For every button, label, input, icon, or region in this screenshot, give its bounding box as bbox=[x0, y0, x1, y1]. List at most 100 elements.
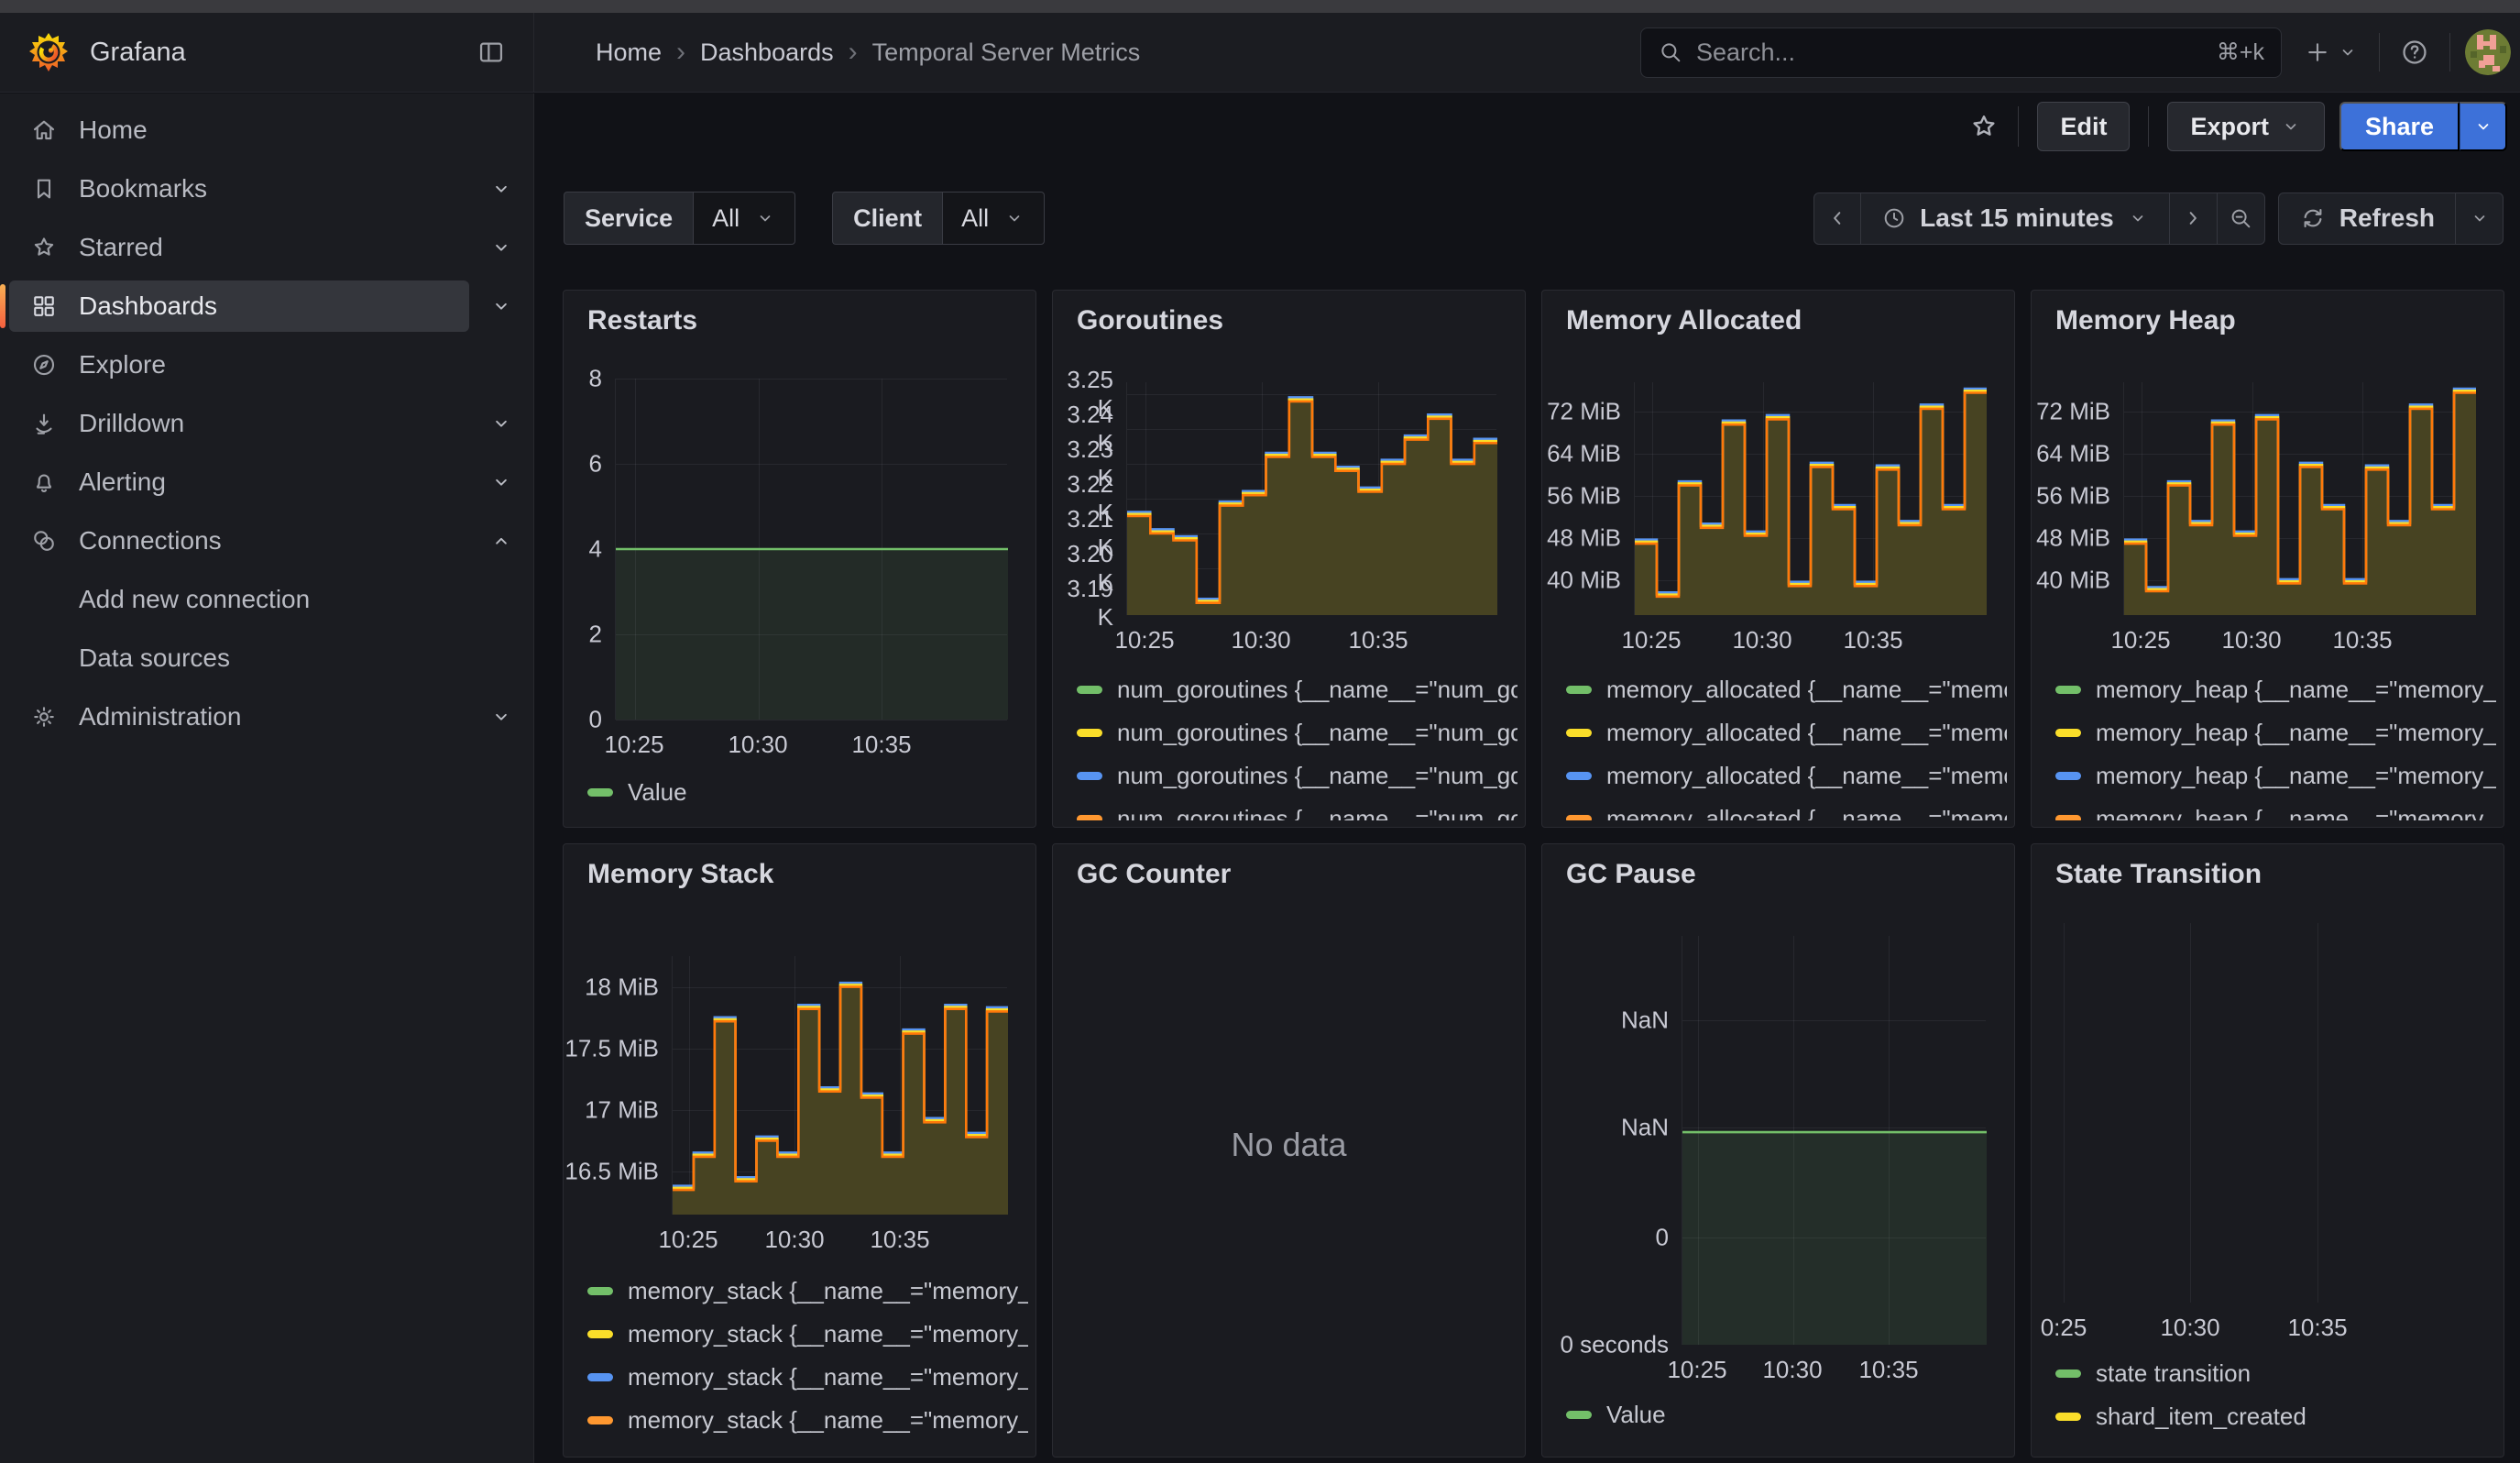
panel-title[interactable]: Memory Stack bbox=[587, 859, 773, 890]
legend-label: memory_heap {__name__="memory_h bbox=[2096, 805, 2496, 821]
avatar[interactable] bbox=[2465, 29, 2511, 75]
home-icon bbox=[9, 116, 79, 144]
refresh-icon bbox=[2299, 204, 2327, 232]
expand-toggle-expand[interactable] bbox=[469, 280, 533, 332]
chart-plot-area[interactable] bbox=[672, 956, 1007, 1215]
panel-title[interactable]: State Transition bbox=[2055, 859, 2262, 890]
y-axis-label: 48 MiB bbox=[1542, 524, 1621, 553]
legend-item[interactable]: memory_allocated {__name__="memo bbox=[1566, 760, 2007, 791]
chart-plot-area[interactable] bbox=[2123, 382, 2475, 615]
legend-item[interactable]: memory_stack {__name__="memory_s bbox=[587, 1361, 1028, 1392]
refresh-button[interactable]: Refresh bbox=[2278, 192, 2456, 245]
legend-item[interactable]: num_goroutines {__name__="num_go bbox=[1077, 674, 1517, 705]
sidebar-link-bookmarks[interactable]: Bookmarks bbox=[9, 163, 469, 214]
search-input[interactable] bbox=[1696, 38, 2204, 67]
legend-item[interactable]: state transition bbox=[2055, 1358, 2496, 1389]
sidebar-item-connections: Connections bbox=[0, 512, 533, 570]
refresh-interval-button[interactable] bbox=[2456, 192, 2504, 245]
time-back-button[interactable] bbox=[1813, 192, 1861, 245]
panel-title[interactable]: Restarts bbox=[587, 305, 697, 336]
legend-item[interactable]: memory_heap {__name__="memory_h bbox=[2055, 674, 2496, 705]
divider bbox=[2379, 33, 2380, 72]
sidebar-link-drilldown[interactable]: Drilldown bbox=[9, 398, 469, 449]
expand-toggle-expand[interactable] bbox=[469, 398, 533, 449]
x-axis-label: 10:30 bbox=[1732, 626, 1791, 654]
legend-item[interactable]: memory_stack {__name__="memory_s bbox=[587, 1318, 1028, 1349]
panel-title[interactable]: Memory Heap bbox=[2055, 305, 2236, 336]
search-box[interactable]: ⌘+k bbox=[1640, 28, 2282, 78]
legend-item[interactable]: Value bbox=[1566, 1399, 2007, 1430]
legend-item[interactable]: num_goroutines {__name__="num_go bbox=[1077, 803, 1517, 820]
zoom-out-button[interactable] bbox=[2218, 192, 2265, 245]
chart-series bbox=[1682, 936, 1987, 1345]
grafana-logo[interactable] bbox=[27, 31, 70, 73]
legend-item[interactable]: Value bbox=[587, 776, 1028, 808]
expand-toggle-collapse[interactable] bbox=[469, 515, 533, 566]
y-axis-label: 4 bbox=[564, 535, 602, 564]
panel-title[interactable]: GC Pause bbox=[1566, 859, 1696, 890]
legend-item[interactable]: memory_allocated {__name__="memo bbox=[1566, 717, 2007, 748]
expand-toggle-expand[interactable] bbox=[469, 456, 533, 508]
legend-label: Value bbox=[628, 778, 687, 807]
sidebar-link-home[interactable]: Home bbox=[9, 104, 533, 156]
legend-item[interactable]: memory_heap {__name__="memory_h bbox=[2055, 717, 2496, 748]
export-button[interactable]: Export bbox=[2167, 102, 2325, 151]
chart-plot-area[interactable] bbox=[1126, 382, 1496, 615]
sidebar-link-connections[interactable]: Connections bbox=[9, 515, 469, 566]
chevron-right-icon bbox=[2180, 205, 2206, 231]
legend-item[interactable]: num_goroutines {__name__="num_go bbox=[1077, 717, 1517, 748]
variables-row: Service All Client All Last 15 minutes bbox=[535, 190, 2520, 247]
favorite-star-icon[interactable] bbox=[1968, 111, 2000, 142]
legend-marker bbox=[587, 1330, 613, 1338]
panel-gc-counter: GC CounterNo data bbox=[1052, 843, 1526, 1458]
panel-title[interactable]: Memory Allocated bbox=[1566, 305, 1802, 336]
sidebar-link-explore[interactable]: Explore bbox=[9, 339, 533, 390]
breadcrumb-home[interactable]: Home bbox=[596, 38, 662, 67]
share-dropdown-button[interactable] bbox=[2460, 102, 2507, 151]
add-new-button[interactable] bbox=[2298, 33, 2364, 72]
sidebar-link-alerting[interactable]: Alerting bbox=[9, 456, 469, 508]
time-range-picker[interactable]: Last 15 minutes bbox=[1861, 192, 2170, 245]
service-filter-value[interactable]: All bbox=[693, 192, 795, 245]
share-button[interactable]: Share bbox=[2339, 102, 2460, 151]
chart-plot-area[interactable] bbox=[615, 379, 1007, 720]
bell-icon bbox=[9, 468, 79, 496]
nav-brand-section: Grafana bbox=[0, 13, 534, 92]
chart-plot-area[interactable] bbox=[2050, 923, 2475, 1303]
panel-title[interactable]: GC Counter bbox=[1077, 859, 1231, 890]
service-filter: Service All bbox=[564, 192, 795, 245]
x-axis-label: 10:35 bbox=[851, 731, 911, 759]
expand-toggle-expand[interactable] bbox=[469, 163, 533, 214]
legend-item[interactable]: memory_stack {__name__="memory_s bbox=[587, 1275, 1028, 1306]
dock-sidebar-icon[interactable] bbox=[477, 38, 506, 67]
help-button[interactable] bbox=[2394, 32, 2435, 72]
breadcrumb-dashboards[interactable]: Dashboards bbox=[700, 38, 834, 67]
chart-plot-area[interactable] bbox=[1634, 382, 1986, 615]
legend-item[interactable]: memory_allocated {__name__="memo bbox=[1566, 803, 2007, 820]
sidebar-link-administration[interactable]: Administration bbox=[9, 691, 469, 742]
sidebar-item-explore: Explore bbox=[0, 336, 533, 394]
sidebar-link-starred[interactable]: Starred bbox=[9, 222, 469, 273]
sidebar-sublink-add-new-connection[interactable]: Add new connection bbox=[9, 574, 533, 625]
y-axis-label: 16.5 MiB bbox=[564, 1158, 659, 1186]
expand-toggle-expand[interactable] bbox=[469, 222, 533, 273]
x-axis-label: 10:30 bbox=[764, 1226, 824, 1254]
expand-toggle-expand[interactable] bbox=[469, 691, 533, 742]
client-filter-value[interactable]: All bbox=[942, 192, 1045, 245]
legend-item[interactable]: memory_allocated {__name__="memo bbox=[1566, 674, 2007, 705]
legend-item[interactable]: memory_heap {__name__="memory_h bbox=[2055, 803, 2496, 820]
sidebar-link-dashboards[interactable]: Dashboards bbox=[9, 280, 469, 332]
chart-series bbox=[616, 379, 1008, 720]
sidebar-sublink-data-sources[interactable]: Data sources bbox=[9, 632, 533, 684]
legend-item[interactable]: memory_heap {__name__="memory_h bbox=[2055, 760, 2496, 791]
time-forward-button[interactable] bbox=[2170, 192, 2218, 245]
chart-plot-area[interactable] bbox=[1682, 936, 1986, 1345]
edit-button[interactable]: Edit bbox=[2037, 102, 2130, 151]
panel-memory-allocated: Memory Allocated40 MiB48 MiB56 MiB64 MiB… bbox=[1541, 290, 2015, 828]
panel-title[interactable]: Goroutines bbox=[1077, 305, 1223, 336]
legend-item[interactable]: memory_stack {__name__="memory_s bbox=[587, 1404, 1028, 1436]
chevron-down-icon bbox=[2472, 116, 2494, 138]
legend-label: memory_heap {__name__="memory_h bbox=[2096, 762, 2496, 790]
legend-item[interactable]: shard_item_created bbox=[2055, 1401, 2496, 1432]
legend-item[interactable]: num_goroutines {__name__="num_go bbox=[1077, 760, 1517, 791]
